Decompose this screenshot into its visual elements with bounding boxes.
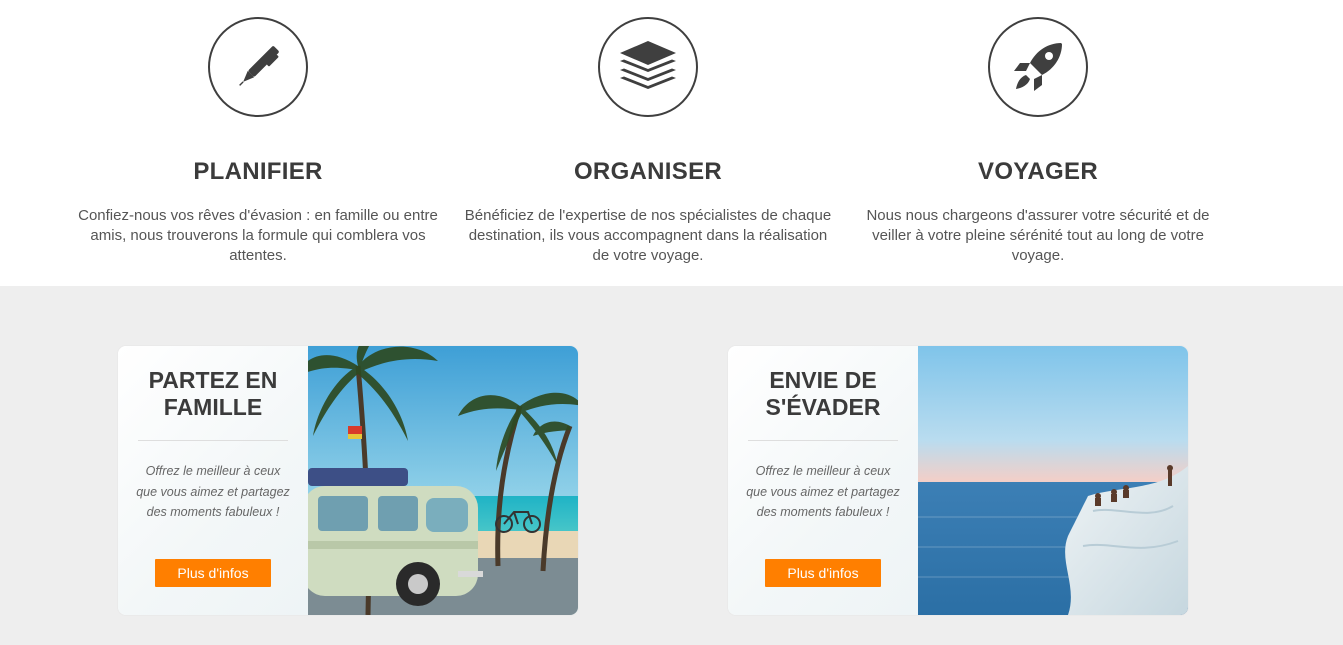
pen-icon [208, 17, 308, 117]
more-info-button[interactable]: Plus d'infos [765, 559, 881, 587]
divider [748, 440, 898, 441]
coastal-cliff-photo [918, 346, 1188, 615]
feature-text: Confiez-nous vos rêves d'évasion : en fa… [78, 207, 438, 264]
promo-title: PARTEZ EN FAMILLE [148, 367, 278, 420]
promo-description: Offrez le meilleur à ceux que vous aimez… [136, 464, 290, 520]
feature-text: Bénéficiez de l'expertise de nos spécial… [464, 207, 832, 264]
promo-text-panel: ENVIE DE S'ÉVADER Offrez le meilleur à c… [728, 346, 918, 615]
divider [138, 440, 288, 441]
feature-title: ORGANISER [573, 158, 723, 185]
promo-card-evader: ENVIE DE S'ÉVADER Offrez le meilleur à c… [728, 346, 1188, 615]
promo-title: ENVIE DE S'ÉVADER [765, 367, 881, 420]
promo-text-panel: PARTEZ EN FAMILLE Offrez le meilleur à c… [118, 346, 308, 615]
promo-card-famille: PARTEZ EN FAMILLE Offrez le meilleur à c… [118, 346, 578, 615]
feature-title: VOYAGER [978, 158, 1098, 185]
feature-title: PLANIFIER [193, 158, 323, 185]
more-info-button[interactable]: Plus d'infos [155, 559, 271, 587]
beach-van-photo [308, 346, 578, 615]
feature-text: Nous nous chargeons d'assurer votre sécu… [866, 207, 1210, 264]
layers-icon [598, 17, 698, 117]
promos-section: PARTEZ EN FAMILLE Offrez le meilleur à c… [0, 286, 1343, 645]
promo-description: Offrez le meilleur à ceux que vous aimez… [746, 464, 900, 520]
features-section: PLANIFIER Confiez-nous vos rêves d'évasi… [0, 0, 1343, 286]
van [308, 468, 483, 606]
rocket-icon [988, 17, 1088, 117]
